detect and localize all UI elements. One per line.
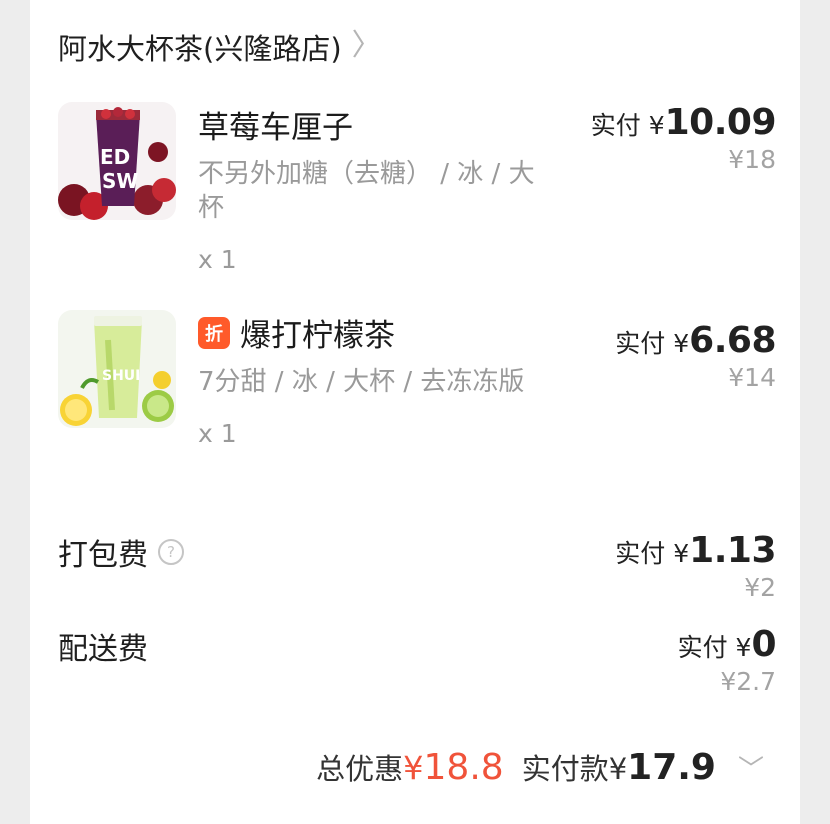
- currency-symbol: ¥: [673, 539, 690, 568]
- order-card: 阿水大杯茶(兴隆路店) 〉 ED SW 草莓车厘子 不另外加糖（去糖） / 冰 …: [30, 0, 800, 824]
- total-label: 实付款: [521, 752, 609, 786]
- item-title: 草莓车厘子: [198, 110, 353, 146]
- delivery-fee-row: 配送费 实付 ¥0 ¥2.7: [58, 624, 776, 696]
- svg-text:ED: ED: [100, 145, 130, 169]
- lemon-tea-image: SHUI: [58, 310, 176, 428]
- paid-price: 实付 ¥1.13: [615, 530, 776, 571]
- paid-amount: 6.68: [689, 320, 776, 361]
- paid-price: 实付 ¥10.09: [590, 102, 777, 143]
- total-amount: 17.9: [627, 747, 716, 788]
- store-name[interactable]: 阿水大杯茶(兴隆路店): [58, 26, 342, 68]
- discount-currency: ¥: [403, 749, 424, 787]
- fee-label: 打包费: [58, 538, 148, 573]
- paid-amount: 1.13: [689, 530, 776, 571]
- item-quantity: x 1: [198, 419, 237, 448]
- currency-symbol: ¥: [735, 633, 752, 662]
- paid-label: 实付: [590, 111, 641, 140]
- product-image[interactable]: SHUI: [58, 310, 176, 428]
- total-currency: ¥: [608, 752, 628, 786]
- svg-text:SHUI: SHUI: [102, 368, 140, 384]
- item-title: 爆打柠檬茶: [240, 318, 395, 354]
- item-quantity: x 1: [198, 245, 237, 274]
- strawberry-cherry-drink-image: ED SW: [58, 102, 176, 220]
- original-price: ¥14: [728, 363, 776, 392]
- paid-price: 实付 ¥0: [677, 624, 777, 665]
- paid-amount: 10.09: [664, 102, 777, 143]
- svg-text:SW: SW: [102, 169, 138, 193]
- chevron-down-icon[interactable]: ﹀: [738, 749, 764, 786]
- paid-label: 实付: [677, 633, 728, 662]
- total-paid: 实付款¥17.9: [522, 746, 716, 788]
- item-price: 实付 ¥6.68 ¥14: [615, 320, 776, 392]
- paid-amount: 0: [751, 624, 776, 665]
- chevron-right-icon[interactable]: 〉: [352, 31, 382, 61]
- item-spec: 不另外加糖（去糖） / 冰 / 大杯: [198, 159, 535, 223]
- original-price: ¥18: [728, 145, 776, 174]
- paid-label: 实付: [615, 539, 666, 568]
- paid-label: 实付: [615, 329, 666, 358]
- fee-price: 实付 ¥1.13 ¥2: [615, 530, 776, 602]
- original-price: ¥2: [744, 573, 776, 602]
- discount-label: 总优惠: [316, 752, 404, 786]
- total-discount: 总优惠¥18.8: [316, 746, 504, 788]
- discount-amount: 18.8: [423, 747, 504, 788]
- discount-badge: 折: [198, 316, 230, 349]
- item-price: 实付 ¥10.09 ¥18: [590, 102, 777, 174]
- packaging-fee-row: 打包费 ? 实付 ¥1.13 ¥2: [58, 530, 776, 602]
- store-header[interactable]: 阿水大杯茶(兴隆路店) 〉: [58, 26, 382, 68]
- product-image[interactable]: ED SW: [58, 102, 176, 220]
- paid-price: 实付 ¥6.68: [615, 320, 776, 361]
- currency-symbol: ¥: [648, 111, 665, 140]
- help-icon[interactable]: ?: [158, 539, 184, 565]
- currency-symbol: ¥: [673, 329, 690, 358]
- item-info: 草莓车厘子 不另外加糖（去糖） / 冰 / 大杯 x 1: [198, 102, 558, 274]
- order-summary[interactable]: 总优惠¥18.8 实付款¥17.9 ﹀: [316, 746, 764, 788]
- item-spec: 7分甜 / 冰 / 大杯 / 去冻冻版: [198, 367, 525, 397]
- fee-price: 实付 ¥0 ¥2.7: [677, 624, 777, 696]
- item-info: 折 爆打柠檬茶 7分甜 / 冰 / 大杯 / 去冻冻版 x 1: [198, 310, 558, 448]
- fee-label: 配送费: [58, 632, 148, 667]
- original-price: ¥2.7: [720, 667, 776, 696]
